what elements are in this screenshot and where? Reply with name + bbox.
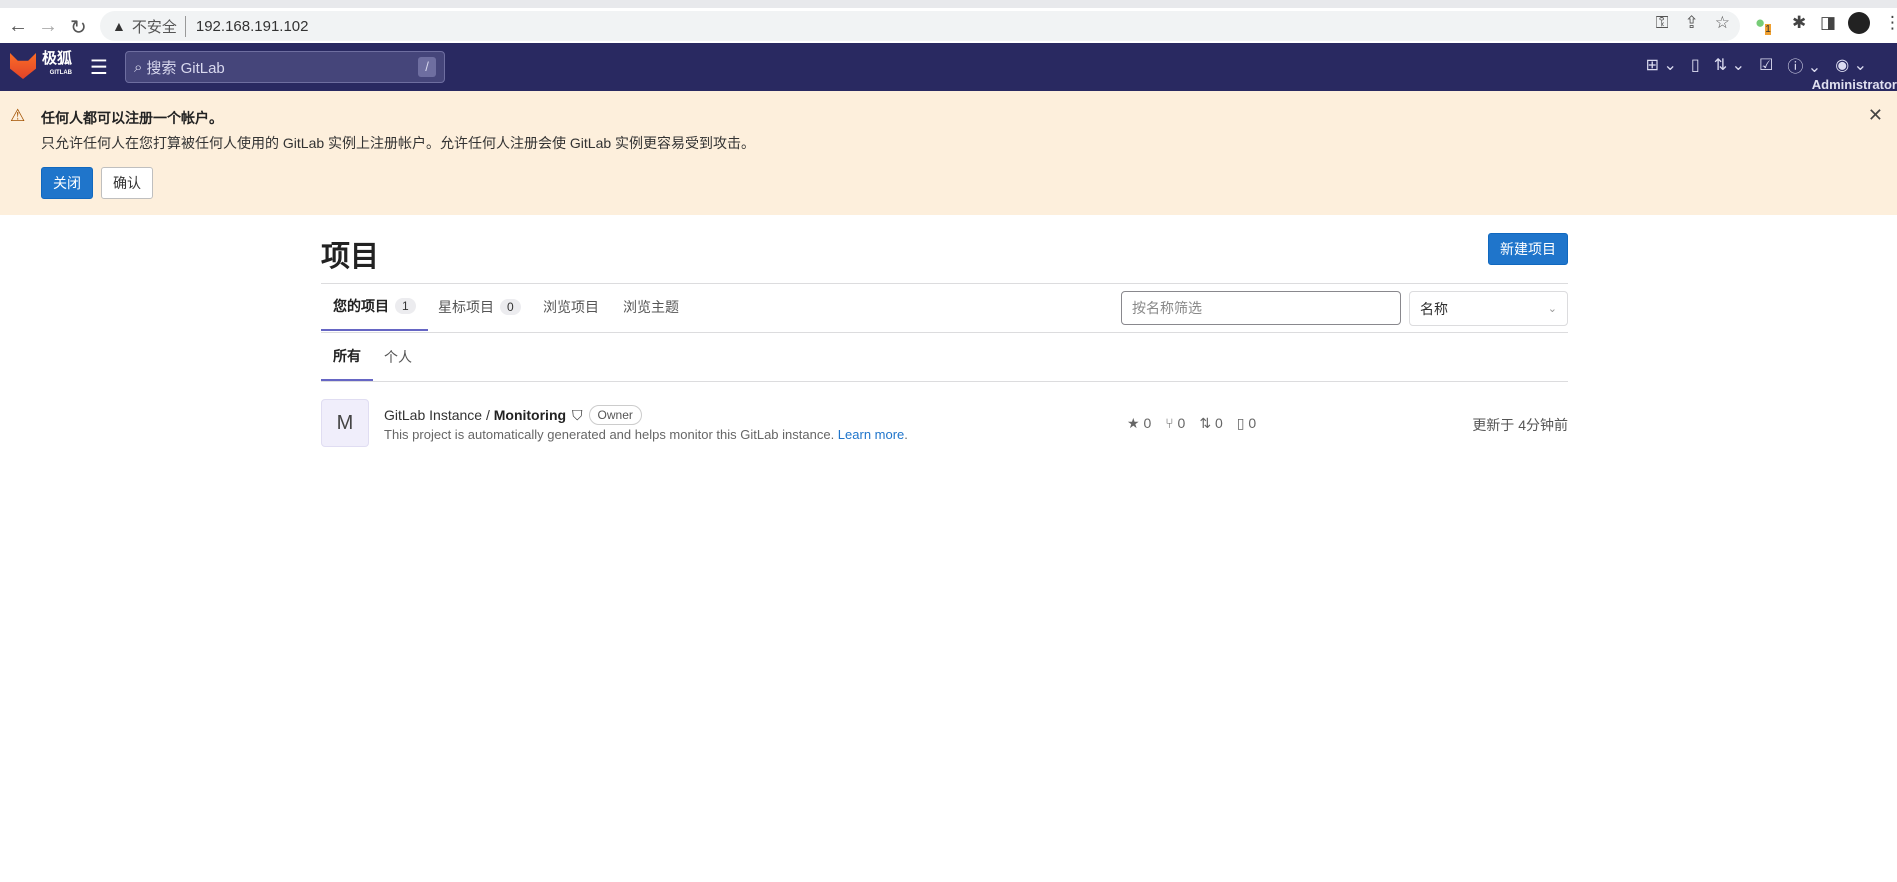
merge-requests-icon[interactable]: ⇅ ⌄ <box>1714 55 1745 75</box>
filter-input[interactable] <box>1121 291 1401 325</box>
tab-your-projects[interactable]: 您的项目 1 <box>321 283 428 331</box>
divider <box>321 332 1568 333</box>
hamburger-menu-icon[interactable]: ☰ <box>90 55 108 80</box>
warning-icon: ⚠ <box>10 106 26 125</box>
page-title: 项目 <box>321 241 380 273</box>
tab-starred-projects[interactable]: 星标项目 0 <box>438 283 521 331</box>
stars-count[interactable]: ★ 0 <box>1127 415 1151 432</box>
close-icon[interactable]: ✕ <box>1868 105 1883 126</box>
profile-avatar[interactable] <box>1848 12 1870 34</box>
project-link[interactable]: GitLab Instance / Monitoring <box>384 407 566 423</box>
browser-toolbar: ← → ↻ ▲ 不安全 192.168.191.102 ⚿ ⇪ ☆ ●1 ✱ ◨… <box>0 0 1897 43</box>
shield-icon: ⛉ <box>572 406 583 423</box>
merge-requests-count[interactable]: ⇅ 0 <box>1199 415 1222 432</box>
merge-request-icon: ⇅ <box>1199 415 1212 431</box>
role-badge: Owner <box>588 405 642 425</box>
fork-icon: ⑂ <box>1165 415 1174 431</box>
back-icon[interactable]: ← <box>8 15 28 38</box>
address-bar[interactable]: ▲ 不安全 192.168.191.102 ⚿ ⇪ ☆ <box>100 11 1740 41</box>
issue-icon: ▯ <box>1236 415 1245 431</box>
help-icon[interactable]: ⓘ ⌄ <box>1787 53 1821 77</box>
issues-icon[interactable]: ▯ <box>1691 55 1700 75</box>
chevron-down-icon: ⌄ <box>1547 303 1557 315</box>
logo[interactable]: 极狐 GITLAB <box>10 51 72 80</box>
new-project-button[interactable]: 新建项目 <box>1488 233 1568 265</box>
issues-count[interactable]: ▯ 0 <box>1237 415 1256 432</box>
top-navbar: 极狐 GITLAB ☰ ⌕ 搜索 GitLab / ⊞ ⌄ ▯ ⇅ ⌄ ☑ ⓘ ⌄… <box>0 43 1897 92</box>
sidepanel-icon[interactable]: ◨ <box>1820 13 1836 33</box>
user-avatar[interactable]: ◉ ⌄ <box>1835 55 1867 75</box>
sort-dropdown[interactable]: 名称 ⌄ <box>1409 291 1568 326</box>
forward-icon[interactable]: → <box>38 15 58 38</box>
warning-icon: ▲ <box>112 18 126 34</box>
extension-icon[interactable]: ●1 <box>1755 13 1771 36</box>
menu-icon[interactable]: ⋮ <box>1884 13 1897 33</box>
registration-alert: ⚠ 任何人都可以注册一个帐户。 只允许任何人在您打算被任何人使用的 GitLab… <box>0 91 1897 215</box>
subtab-all[interactable]: 所有 <box>321 332 373 381</box>
tab-explore-topics[interactable]: 浏览主题 <box>623 283 679 331</box>
create-new-icon[interactable]: ⊞ ⌄ <box>1646 55 1677 75</box>
updated-time: 更新于 4分钟前 <box>1472 417 1568 433</box>
close-button[interactable]: 关闭 <box>41 167 93 199</box>
fox-logo-icon <box>10 53 36 79</box>
reload-icon[interactable]: ↻ <box>70 15 87 40</box>
todo-icon[interactable]: ☑ <box>1759 55 1773 75</box>
star-icon: ★ <box>1127 415 1140 431</box>
divider <box>321 381 1568 382</box>
subtab-personal[interactable]: 个人 <box>384 332 412 381</box>
puzzle-icon[interactable]: ✱ <box>1792 13 1806 33</box>
share-icon[interactable]: ⇪ <box>1685 13 1699 33</box>
tab-explore-projects[interactable]: 浏览项目 <box>543 283 599 331</box>
forks-count[interactable]: ⑂ 0 <box>1165 415 1185 432</box>
search-input[interactable]: ⌕ 搜索 GitLab / <box>125 51 445 83</box>
confirm-button[interactable]: 确认 <box>101 167 153 199</box>
learn-more-link[interactable]: Learn more <box>838 427 904 442</box>
key-icon[interactable]: ⚿ <box>1656 13 1669 33</box>
search-icon: ⌕ <box>134 58 143 76</box>
star-icon[interactable]: ☆ <box>1715 13 1730 33</box>
project-avatar[interactable]: M <box>321 399 369 447</box>
